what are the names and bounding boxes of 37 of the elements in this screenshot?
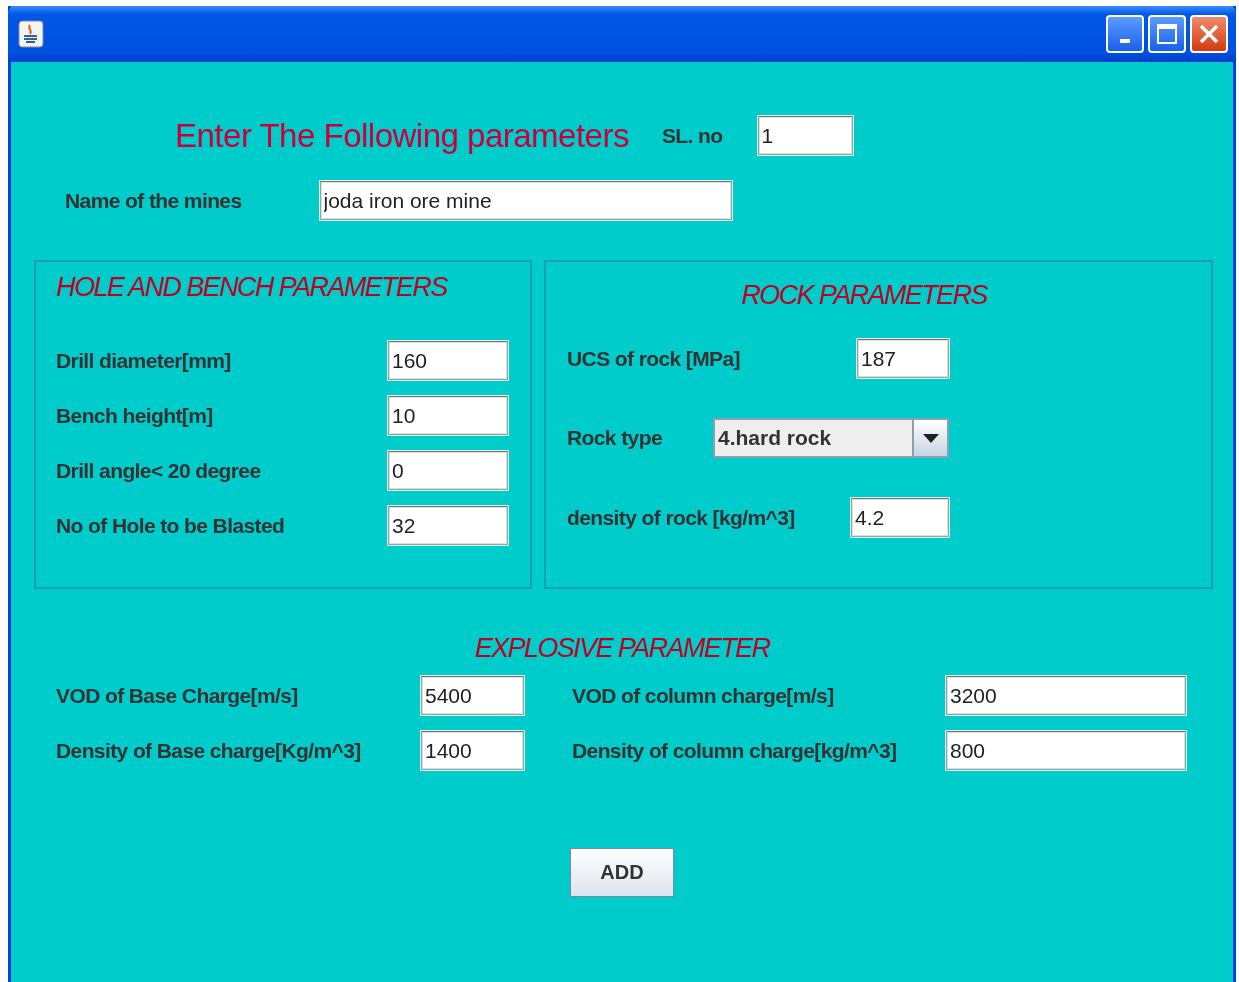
maximize-button[interactable] <box>1148 15 1186 53</box>
field-label: VOD of Base Charge[m/s] <box>56 683 298 708</box>
panel-title: HOLE AND BENCH PARAMETERS <box>56 272 449 303</box>
input-field[interactable]: 1400 <box>421 731 524 770</box>
input-field[interactable]: 3200 <box>946 676 1186 715</box>
minimize-button[interactable] <box>1106 15 1144 53</box>
field-label: Density of Base charge[Kg/m^3] <box>56 738 361 763</box>
sl-no-field[interactable]: 1 <box>757 116 853 155</box>
field-label: VOD of column charge[m/s] <box>572 683 834 708</box>
form-heading: Enter The Following parameters <box>175 116 629 155</box>
mine-name-field[interactable]: joda iron ore mine <box>319 181 732 220</box>
sl-no-label: SL. no <box>661 123 723 148</box>
input-field[interactable]: 0 <box>388 451 508 490</box>
field-label: Drill diameter[mm] <box>56 348 231 373</box>
input-field[interactable]: 32 <box>388 506 508 545</box>
caret-icon <box>922 433 939 443</box>
section-title: EXPLOSIVE PARAMETER <box>473 633 771 664</box>
field-label: Drill angle< 20 degree <box>56 458 261 483</box>
cup-icon <box>18 20 44 48</box>
close-button[interactable] <box>1190 15 1228 53</box>
input-field[interactable]: 160 <box>388 341 508 380</box>
field-label: UCS of rock [MPa] <box>567 346 740 371</box>
panel-title: ROCK PARAMETERS <box>740 280 989 311</box>
field-label: No of Hole to be Blasted <box>56 513 285 538</box>
rock-type-dropdown[interactable]: 4.hard rock <box>713 418 949 458</box>
mine-name-label: Name of the mines <box>65 188 242 213</box>
input-field[interactable]: 10 <box>388 396 508 435</box>
field-label: density of rock [kg/m^3] <box>567 505 795 530</box>
field-label: Bench height[m] <box>56 403 213 428</box>
minimize-icon <box>1120 39 1130 43</box>
input-field[interactable]: 187 <box>857 339 949 378</box>
input-field[interactable]: 800 <box>946 731 1186 770</box>
add-button[interactable]: ADD <box>570 848 674 897</box>
input-field[interactable]: 5400 <box>421 676 524 715</box>
field-label: Density of column charge[kg/m^3] <box>572 738 897 763</box>
input-field[interactable]: 4.2 <box>851 498 949 537</box>
field-label: Rock type <box>567 426 662 450</box>
